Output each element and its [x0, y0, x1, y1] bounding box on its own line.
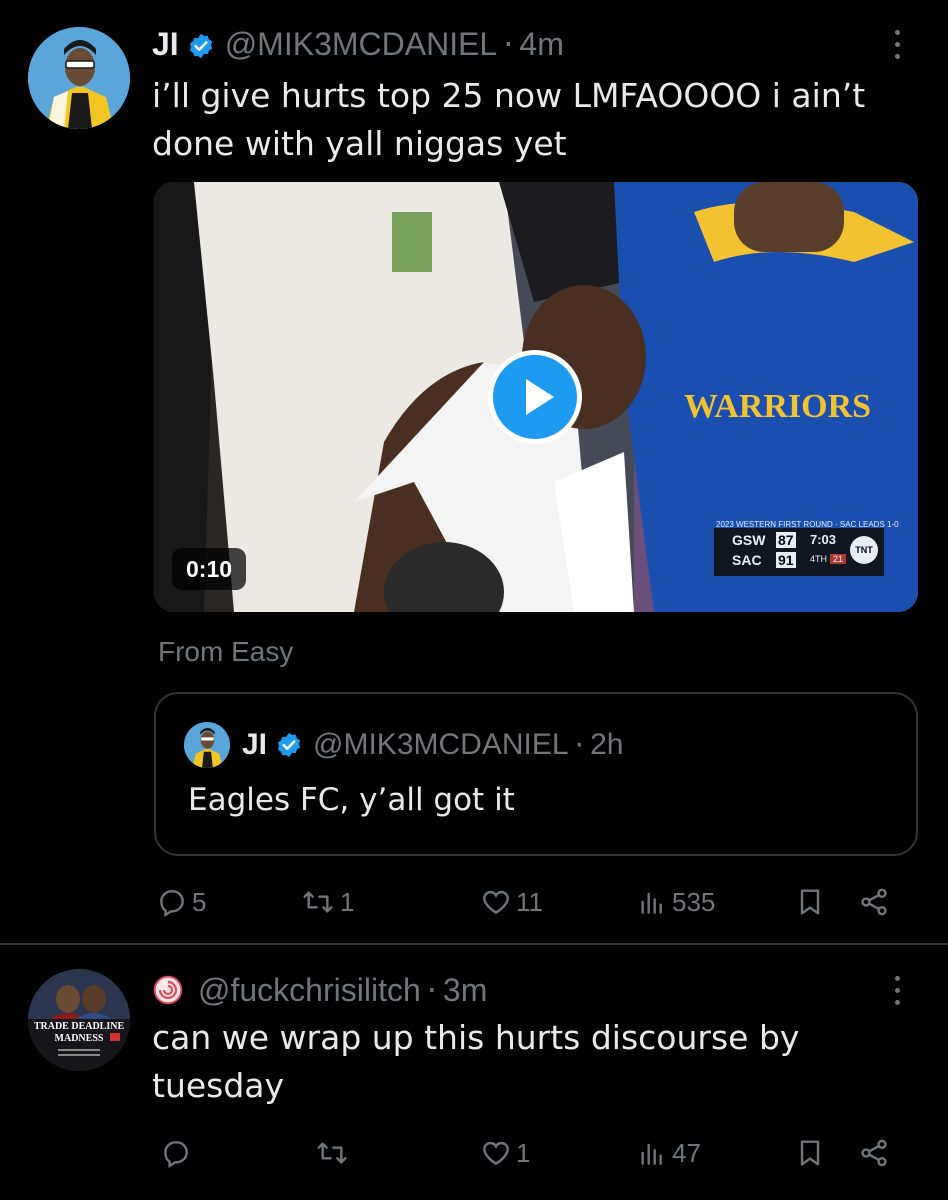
play-icon[interactable]	[488, 350, 582, 444]
user-handle[interactable]: @MIK3MCDANIEL	[225, 26, 498, 63]
repost-count: 1	[340, 886, 355, 917]
quoted-tweet-header: JI @MIK3MCDANIEL · 2h	[242, 722, 623, 768]
like-count: 1	[516, 1137, 531, 1168]
avatar[interactable]	[28, 27, 130, 129]
timestamp[interactable]: 4m	[519, 26, 563, 63]
reply-count: 5	[192, 886, 207, 917]
views-icon	[641, 892, 662, 914]
more-icon[interactable]	[892, 976, 902, 1006]
views-count: 47	[672, 1137, 701, 1168]
display-name[interactable]: JI	[152, 26, 179, 63]
tweet[interactable]: JI @MIK3MCDANIEL · 4m i’ll give hurts to…	[0, 0, 948, 944]
verified-badge-icon	[187, 30, 215, 59]
avatar	[184, 722, 230, 768]
verified-badge-icon	[275, 731, 303, 759]
share-button[interactable]	[856, 1133, 892, 1173]
reply-icon	[160, 890, 184, 917]
bookmark-button[interactable]	[794, 1133, 826, 1173]
display-name: JI	[242, 728, 268, 761]
tweet-header: @fuckchrisilitch · 3m	[152, 968, 487, 1012]
repost-icon	[317, 1142, 347, 1164]
network-logo: TNT	[850, 536, 878, 564]
user-handle[interactable]: @fuckchrisilitch	[198, 972, 421, 1009]
share-icon	[861, 888, 887, 916]
bookmark-icon	[800, 1140, 820, 1166]
video-source[interactable]: From Easy	[158, 636, 293, 668]
tweet-header: JI @MIK3MCDANIEL · 4m	[152, 22, 564, 66]
views-button[interactable]: 535	[636, 882, 715, 922]
bookmark-icon	[800, 889, 820, 915]
reply-icon	[164, 1141, 188, 1168]
team1: GSW	[732, 532, 766, 548]
repost-icon	[303, 891, 333, 913]
svg-text:MADNESS: MADNESS	[55, 1033, 104, 1044]
like-count: 11	[516, 886, 543, 917]
views-count: 535	[672, 886, 716, 917]
spiral-emoji-icon	[152, 974, 184, 1006]
avatar[interactable]: TRADE DEADLINE MADNESS	[28, 969, 130, 1071]
like-button[interactable]: 11	[480, 882, 543, 922]
jersey-text: WARRIORS	[684, 388, 871, 425]
team2: SAC	[732, 552, 762, 568]
shot-clock: 21	[830, 554, 847, 564]
game-clock: 7:03	[810, 532, 837, 547]
tweet-text: can we wrap up this hurts discourse by t…	[152, 1018, 800, 1105]
like-icon	[483, 890, 509, 915]
bookmark-button[interactable]	[794, 882, 826, 922]
svg-text:TRADE DEADLINE: TRADE DEADLINE	[34, 1021, 125, 1032]
scoreboard-banner: 2023 WESTERN FIRST ROUND · SAC LEADS 1-0	[716, 520, 899, 529]
repost-button[interactable]	[314, 1133, 354, 1173]
tweet-text: i’ll give hurts top 25 now LMFAOOOO i ai…	[152, 76, 866, 163]
scoreboard: 2023 WESTERN FIRST ROUND · SAC LEADS 1-0…	[714, 520, 899, 576]
quoted-tweet[interactable]: JI @MIK3MCDANIEL · 2h Eagles FC, y’all g…	[154, 692, 918, 856]
like-icon	[483, 1141, 509, 1166]
video-duration: 0:10	[172, 548, 247, 590]
reply-button[interactable]	[160, 1133, 196, 1173]
share-button[interactable]	[856, 882, 892, 922]
reply-button[interactable]: 5	[156, 882, 206, 922]
share-icon	[861, 1139, 887, 1167]
timestamp[interactable]: 3m	[443, 972, 487, 1009]
timestamp: 2h	[590, 728, 624, 761]
quoted-tweet-text: Eagles FC, y’all got it	[188, 782, 515, 818]
separator-dot: ·	[503, 25, 514, 63]
quarter: 4TH	[810, 554, 828, 564]
separator-dot: ·	[574, 727, 585, 763]
views-icon	[641, 1143, 662, 1165]
user-handle: @MIK3MCDANIEL	[313, 728, 569, 761]
action-bar: 5 1 11 535	[152, 882, 912, 922]
repost-button[interactable]: 1	[300, 882, 354, 922]
views-button[interactable]: 47	[636, 1133, 701, 1173]
action-bar: 1 47	[152, 1133, 912, 1173]
separator-dot: ·	[426, 971, 437, 1009]
tweet-divider	[0, 943, 948, 945]
score1: 87	[776, 532, 796, 548]
more-icon[interactable]	[892, 30, 902, 60]
score2: 91	[776, 552, 796, 568]
like-button[interactable]: 1	[480, 1133, 530, 1173]
